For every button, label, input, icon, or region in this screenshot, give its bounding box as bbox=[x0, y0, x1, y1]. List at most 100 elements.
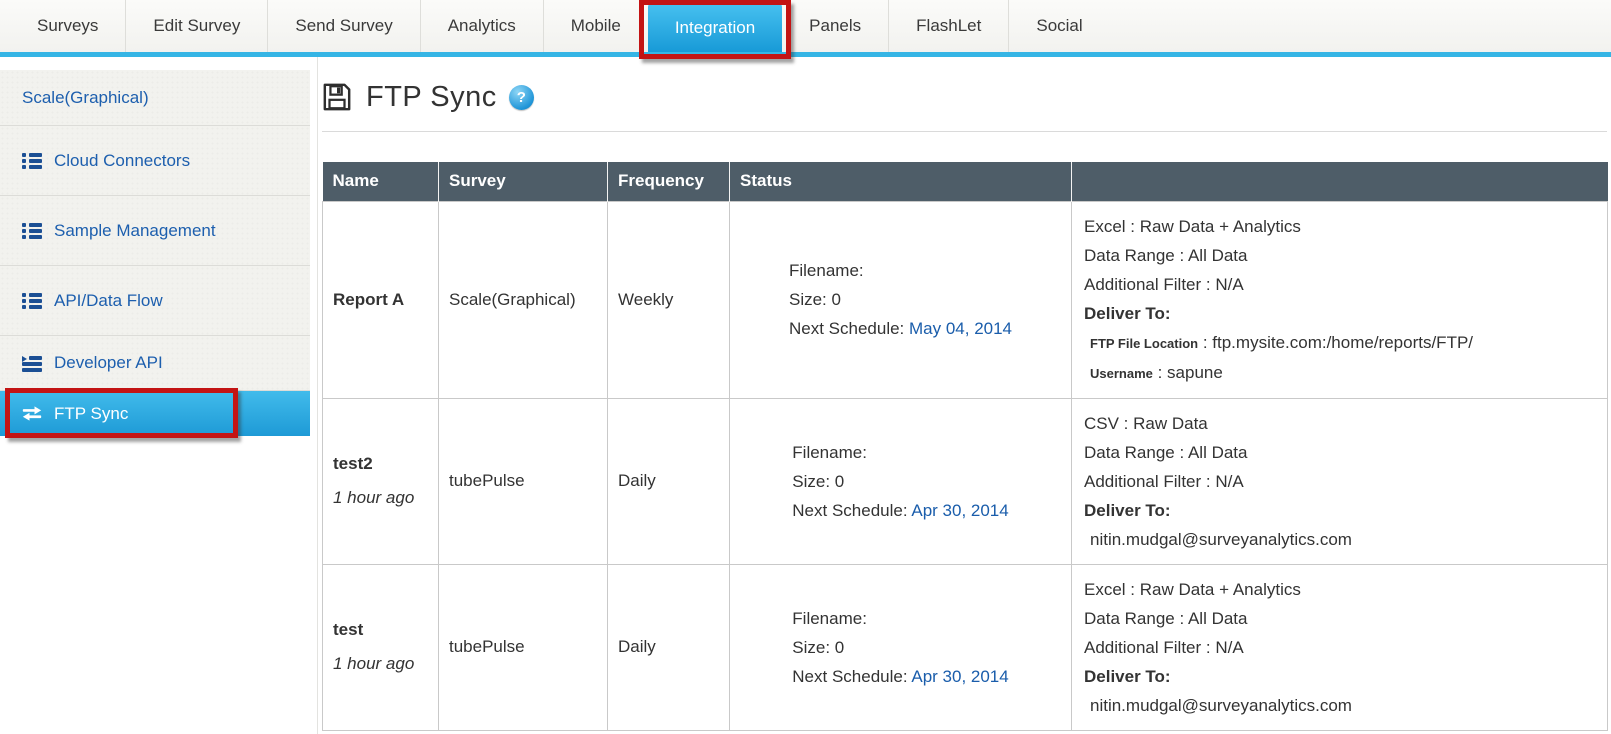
list-icon bbox=[22, 292, 42, 309]
detail-format: CSV : Raw Data bbox=[1084, 409, 1597, 438]
tab-label: Surveys bbox=[37, 16, 98, 36]
tab-social[interactable]: Social bbox=[1008, 0, 1109, 52]
detail-format: Excel : Raw Data + Analytics bbox=[1084, 575, 1597, 604]
details-cell: CSV : Raw Data Data Range : All Data Add… bbox=[1072, 398, 1608, 564]
title-row: FTP Sync ? bbox=[322, 77, 1607, 117]
sync-age: 1 hour ago bbox=[333, 488, 428, 508]
status-size: Size: 0 bbox=[792, 467, 1008, 496]
sync-name: test bbox=[333, 620, 428, 640]
tab-mobile[interactable]: Mobile bbox=[543, 0, 648, 52]
tab-label: Analytics bbox=[448, 16, 516, 36]
tab-analytics[interactable]: Analytics bbox=[420, 0, 543, 52]
sidebar-item-cloud-connectors[interactable]: Cloud Connectors bbox=[0, 126, 310, 196]
sidebar-item-label: Scale(Graphical) bbox=[22, 88, 149, 108]
floppy-disk-icon bbox=[322, 82, 352, 112]
ftp-sync-table: Name Survey Frequency Status Report A Sc… bbox=[322, 162, 1608, 731]
detail-username: Username : sapune bbox=[1084, 358, 1597, 388]
list-icon bbox=[22, 152, 42, 169]
sidebar-item-label: Cloud Connectors bbox=[54, 151, 190, 171]
detail-data-range: Data Range : All Data bbox=[1084, 604, 1597, 633]
sidebar-item-sample-management[interactable]: Sample Management bbox=[0, 196, 310, 266]
status-size: Size: 0 bbox=[792, 633, 1008, 662]
next-schedule-date-link[interactable]: Apr 30, 2014 bbox=[911, 667, 1008, 686]
status-cell: Filename: Size: 0 Next Schedule: May 04,… bbox=[730, 201, 1072, 398]
tab-send-survey[interactable]: Send Survey bbox=[267, 0, 419, 52]
status-filename: Filename: bbox=[792, 438, 1008, 467]
sidebar-item-developer-api[interactable]: Developer API bbox=[0, 336, 310, 391]
column-header-details bbox=[1072, 162, 1608, 201]
username-value: sapune bbox=[1167, 363, 1223, 382]
sync-arrows-icon bbox=[22, 405, 42, 422]
column-header-survey: Survey bbox=[439, 162, 608, 201]
tab-label: Integration bbox=[675, 18, 755, 38]
tab-flashlet[interactable]: FlashLet bbox=[888, 0, 1008, 52]
detail-additional-filter: Additional Filter : N/A bbox=[1084, 467, 1597, 496]
detail-deliver-email: nitin.mudgal@surveyanalytics.com bbox=[1084, 525, 1597, 554]
sidebar-item-scale-graphical[interactable]: Scale(Graphical) bbox=[0, 70, 310, 126]
sidebar-item-label: FTP Sync bbox=[54, 404, 128, 424]
details-cell: Excel : Raw Data + Analytics Data Range … bbox=[1072, 564, 1608, 730]
list-arrow-icon bbox=[22, 355, 42, 372]
column-header-status: Status bbox=[730, 162, 1072, 201]
ftp-location-value: ftp.mysite.com:/home/reports/FTP/ bbox=[1212, 333, 1473, 352]
tab-label: Mobile bbox=[571, 16, 621, 36]
detail-ftp-location: FTP File Location : ftp.mysite.com:/home… bbox=[1084, 328, 1597, 358]
detail-additional-filter: Additional Filter : N/A bbox=[1084, 633, 1597, 662]
status-next-schedule: Next Schedule: Apr 30, 2014 bbox=[792, 496, 1008, 525]
name-cell: Report A bbox=[323, 201, 439, 398]
detail-format: Excel : Raw Data + Analytics bbox=[1084, 212, 1597, 241]
survey-cell: tubePulse bbox=[439, 564, 608, 730]
tab-integration[interactable]: Integration bbox=[648, 3, 782, 52]
status-filename: Filename: bbox=[792, 604, 1008, 633]
list-icon bbox=[22, 222, 42, 239]
tab-label: Edit Survey bbox=[153, 16, 240, 36]
name-cell: test 1 hour ago bbox=[323, 564, 439, 730]
help-icon[interactable]: ? bbox=[509, 85, 534, 110]
ftp-location-label: FTP File Location bbox=[1090, 336, 1198, 351]
tab-edit-survey[interactable]: Edit Survey bbox=[125, 0, 267, 52]
sidebar-item-label: Sample Management bbox=[54, 221, 216, 241]
detail-data-range: Data Range : All Data bbox=[1084, 438, 1597, 467]
status-cell: Filename: Size: 0 Next Schedule: Apr 30,… bbox=[730, 564, 1072, 730]
sync-name: Report A bbox=[333, 290, 428, 310]
status-block: Filename: Size: 0 Next Schedule: Apr 30,… bbox=[792, 604, 1008, 691]
status-next-schedule: Next Schedule: May 04, 2014 bbox=[789, 314, 1012, 343]
detail-deliver-to-label: Deliver To: bbox=[1084, 299, 1597, 328]
sidebar-item-label: API/Data Flow bbox=[54, 291, 163, 311]
table-row: Report A Scale(Graphical) Weekly Filenam… bbox=[323, 201, 1608, 398]
detail-additional-filter: Additional Filter : N/A bbox=[1084, 270, 1597, 299]
sidebar-item-api-data-flow[interactable]: API/Data Flow bbox=[0, 266, 310, 336]
table-row: test2 1 hour ago tubePulse Daily Filenam… bbox=[323, 398, 1608, 564]
frequency-cell: Weekly bbox=[608, 201, 730, 398]
status-block: Filename: Size: 0 Next Schedule: Apr 30,… bbox=[792, 438, 1008, 525]
table-row: test 1 hour ago tubePulse Daily Filename… bbox=[323, 564, 1608, 730]
sidebar-item-label: Developer API bbox=[54, 353, 163, 373]
details-cell: Excel : Raw Data + Analytics Data Range … bbox=[1072, 201, 1608, 398]
tab-surveys[interactable]: Surveys bbox=[10, 0, 125, 52]
next-schedule-label: Next Schedule: bbox=[792, 501, 911, 520]
tab-label: Social bbox=[1036, 16, 1082, 36]
column-header-name: Name bbox=[323, 162, 439, 201]
survey-cell: tubePulse bbox=[439, 398, 608, 564]
frequency-cell: Daily bbox=[608, 564, 730, 730]
column-header-frequency: Frequency bbox=[608, 162, 730, 201]
status-filename: Filename: bbox=[789, 256, 1012, 285]
next-schedule-date-link[interactable]: Apr 30, 2014 bbox=[911, 501, 1008, 520]
username-label: Username bbox=[1090, 366, 1153, 381]
status-cell: Filename: Size: 0 Next Schedule: Apr 30,… bbox=[730, 398, 1072, 564]
page: Surveys Edit Survey Send Survey Analytic… bbox=[0, 0, 1611, 734]
sidebar-item-ftp-sync[interactable]: FTP Sync bbox=[0, 391, 310, 436]
status-block: Filename: Size: 0 Next Schedule: May 04,… bbox=[789, 256, 1012, 343]
sidebar: Scale(Graphical) Cloud Connectors Sample… bbox=[0, 57, 318, 734]
status-size: Size: 0 bbox=[789, 285, 1012, 314]
top-nav: Surveys Edit Survey Send Survey Analytic… bbox=[0, 0, 1611, 57]
tab-label: Send Survey bbox=[295, 16, 392, 36]
status-next-schedule: Next Schedule: Apr 30, 2014 bbox=[792, 662, 1008, 691]
tab-panels[interactable]: Panels bbox=[782, 0, 888, 52]
separator: : bbox=[1198, 333, 1212, 352]
survey-cell: Scale(Graphical) bbox=[439, 201, 608, 398]
page-title: FTP Sync bbox=[366, 81, 497, 114]
detail-deliver-email: nitin.mudgal@surveyanalytics.com bbox=[1084, 691, 1597, 720]
detail-data-range: Data Range : All Data bbox=[1084, 241, 1597, 270]
next-schedule-date-link[interactable]: May 04, 2014 bbox=[909, 319, 1012, 338]
